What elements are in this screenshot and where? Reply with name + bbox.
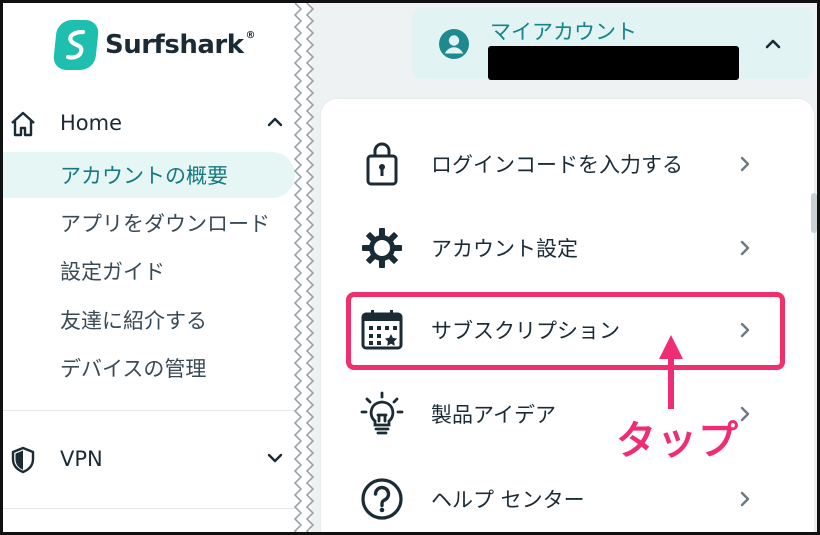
menu-item-help-center[interactable]: ヘルプ センター: [351, 469, 791, 529]
chevron-up-icon: [267, 117, 283, 127]
chevron-right-icon: [740, 322, 750, 338]
menu-item-label: ログインコードを入力する: [431, 153, 683, 177]
my-account-dropdown[interactable]: マイアカウント: [412, 8, 814, 80]
crop-seam: [293, 3, 315, 532]
menu-item-login-code[interactable]: ログインコードを入力する: [351, 134, 791, 194]
menu-item-subscription[interactable]: サブスクリプション: [351, 300, 791, 360]
tap-annotation: タップ: [616, 418, 739, 464]
gear-icon: [359, 225, 405, 271]
home-icon: [11, 111, 35, 137]
chevron-right-icon: [740, 156, 750, 172]
help-icon: [359, 476, 405, 522]
calendar-icon: [359, 307, 405, 353]
sidebar: Surfshark ® Home アカウントの概要 アプリをダウンロード 設定ガイ…: [3, 3, 295, 532]
screenshot-frame: マイアカウント ログインコードを入力する アカウント設定 サブスクリプション 製…: [0, 0, 820, 535]
sidebar-item-setup-guides[interactable]: 設定ガイド: [3, 248, 295, 294]
surfshark-logo-icon: [52, 20, 100, 70]
nav-vpn[interactable]: VPN: [3, 434, 295, 484]
chevron-right-icon: [740, 240, 750, 256]
chevron-right-icon: [740, 491, 750, 507]
sidebar-item-account-overview[interactable]: アカウントの概要: [3, 152, 295, 198]
menu-item-label: 製品アイデア: [431, 403, 556, 427]
nav-vpn-label: VPN: [60, 447, 103, 471]
nav-home-label: Home: [60, 111, 123, 135]
user-circle-icon: [439, 29, 469, 59]
chevron-down-icon: [267, 453, 283, 463]
surfshark-logo: Surfshark ®: [52, 17, 256, 73]
brand-name: Surfshark ®: [105, 30, 256, 60]
my-account-label: マイアカウント: [490, 20, 637, 44]
sidebar-divider: [3, 508, 295, 509]
sidebar-item-manage-devices[interactable]: デバイスの管理: [3, 345, 295, 391]
menu-item-label: サブスクリプション: [431, 319, 620, 343]
chevron-up-icon: [765, 39, 781, 49]
redacted-email: [488, 46, 739, 80]
menu-item-account-settings[interactable]: アカウント設定: [351, 218, 791, 278]
menu-item-label: アカウント設定: [431, 237, 578, 261]
sidebar-item-refer-friend[interactable]: 友達に紹介する: [3, 297, 295, 343]
nav-home[interactable]: Home: [3, 98, 295, 148]
lightbulb-icon: [359, 391, 405, 437]
menu-item-label: ヘルプ センター: [431, 488, 585, 512]
tap-arrow-icon: [659, 335, 683, 409]
sidebar-item-download-apps[interactable]: アプリをダウンロード: [3, 200, 295, 246]
sidebar-divider: [3, 410, 295, 411]
scrollbar[interactable]: [811, 193, 817, 233]
account-menu: ログインコードを入力する アカウント設定 サブスクリプション 製品アイデア ヘル…: [321, 99, 814, 532]
shield-icon: [11, 446, 35, 474]
lock-icon: [359, 141, 405, 187]
